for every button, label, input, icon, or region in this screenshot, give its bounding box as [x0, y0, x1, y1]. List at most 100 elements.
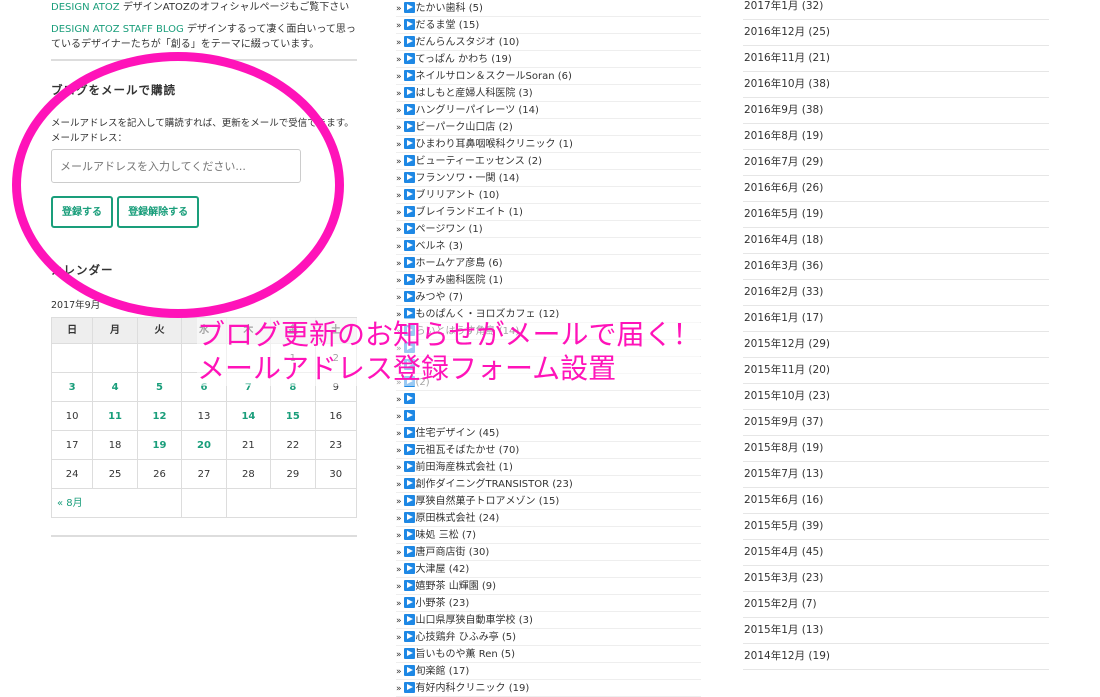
- archive-item[interactable]: 2016年8月 (19): [743, 124, 1049, 150]
- category-item[interactable]: » 原田株式会社 (24): [396, 510, 701, 527]
- archive-item[interactable]: 2015年9月 (37): [743, 410, 1049, 436]
- calendar-day[interactable]: 20: [181, 430, 227, 460]
- category-item[interactable]: » ひまわり耳鼻咽喉科クリニック (1): [396, 136, 701, 153]
- category-item[interactable]: »: [396, 408, 701, 425]
- archive-item[interactable]: 2014年12月 (19): [743, 644, 1049, 670]
- bullet-icon: »: [396, 174, 402, 184]
- archive-item[interactable]: 2015年7月 (13): [743, 462, 1049, 488]
- category-item[interactable]: » ハングリーパイレーツ (14): [396, 102, 701, 119]
- calendar-day[interactable]: 15: [270, 401, 316, 431]
- calendar-weekday: 日: [50, 317, 94, 344]
- category-item[interactable]: » フランソワ・一関 (14): [396, 170, 701, 187]
- calendar-day[interactable]: 4: [92, 372, 138, 402]
- category-item[interactable]: » ページワン (1): [396, 221, 701, 238]
- category-item[interactable]: » 味処 三松 (7): [396, 527, 701, 544]
- category-item[interactable]: » 厚狭自然菓子トロアメゾン (15): [396, 493, 701, 510]
- calendar-day[interactable]: 14: [225, 401, 272, 431]
- calendar-day[interactable]: 3: [50, 372, 94, 402]
- play-icon: [403, 53, 415, 64]
- category-item[interactable]: » ビューティーエッセンス (2): [396, 153, 701, 170]
- archive-item[interactable]: 2016年9月 (38): [743, 98, 1049, 124]
- archive-item[interactable]: 2016年11月 (21): [743, 46, 1049, 72]
- calendar-day[interactable]: 5: [136, 372, 183, 402]
- archive-item[interactable]: 2016年2月 (33): [743, 280, 1049, 306]
- category-item[interactable]: » ビーパーク山口店 (2): [396, 119, 701, 136]
- archive-item[interactable]: 2015年6月 (16): [743, 488, 1049, 514]
- category-label: 唐戸商店街 (30): [415, 547, 490, 558]
- play-icon: [403, 223, 415, 234]
- category-item[interactable]: » 旬楽館 (17): [396, 663, 701, 680]
- archive-item[interactable]: 2016年3月 (36): [743, 254, 1049, 280]
- calendar-title: カレンダー: [51, 263, 114, 277]
- bullet-icon: »: [396, 412, 402, 422]
- play-icon: [403, 648, 415, 659]
- category-item[interactable]: » ベルネ (3): [396, 238, 701, 255]
- play-icon: [403, 665, 415, 676]
- category-item[interactable]: » てっぱん かわち (19): [396, 51, 701, 68]
- archive-item[interactable]: 2016年12月 (25): [743, 20, 1049, 46]
- bullet-icon: »: [396, 208, 402, 218]
- bullet-icon: »: [396, 225, 402, 235]
- category-item[interactable]: » ネイルサロン＆スクールSoran (6): [396, 68, 701, 85]
- category-label: みすみ歯科医院 (1): [415, 275, 503, 286]
- archive-item[interactable]: 2015年5月 (39): [743, 514, 1049, 540]
- calendar-day[interactable]: 12: [136, 401, 183, 431]
- category-item[interactable]: » だんらんスタジオ (10): [396, 34, 701, 51]
- archive-item[interactable]: 2015年4月 (45): [743, 540, 1049, 566]
- archive-item[interactable]: 2016年1月 (17): [743, 306, 1049, 332]
- category-item[interactable]: » ブリリアント (10): [396, 187, 701, 204]
- archive-item[interactable]: 2015年3月 (23): [743, 566, 1049, 592]
- category-item[interactable]: » 小野茶 (23): [396, 595, 701, 612]
- play-icon: [403, 393, 415, 404]
- category-label: はしもと産婦人科医院 (3): [415, 88, 533, 99]
- category-item[interactable]: » だるま堂 (15): [396, 17, 701, 34]
- category-item[interactable]: » 住宅デザイン (45): [396, 425, 701, 442]
- calendar-day: 16: [314, 401, 358, 431]
- archive-item[interactable]: 2015年12月 (29): [743, 332, 1049, 358]
- category-item[interactable]: » 前田海産株式会社 (1): [396, 459, 701, 476]
- archive-item[interactable]: 2015年8月 (19): [743, 436, 1049, 462]
- category-item[interactable]: » 有好内科クリニック (19): [396, 680, 701, 697]
- archive-item[interactable]: 2016年5月 (19): [743, 202, 1049, 228]
- category-item[interactable]: » 創作ダイニングTRANSISTOR (23): [396, 476, 701, 493]
- archive-item[interactable]: 2015年10月 (23): [743, 384, 1049, 410]
- archive-item[interactable]: 2015年1月 (13): [743, 618, 1049, 644]
- bullet-icon: »: [396, 582, 402, 592]
- category-label: 大津屋 (42): [415, 564, 470, 575]
- calendar-widget: カレンダー 2017年9月 日月火水木金土 123456789101112131…: [50, 263, 358, 537]
- category-item[interactable]: » みつや (7): [396, 289, 701, 306]
- category-item[interactable]: » ホームケア彦島 (6): [396, 255, 701, 272]
- archive-item[interactable]: 2015年11月 (20): [743, 358, 1049, 384]
- calendar-prev-month-link[interactable]: « 8月: [50, 488, 183, 518]
- category-item[interactable]: » 心技鶏弁 ひふみ亭 (5): [396, 629, 701, 646]
- category-label: 旬楽館 (17): [415, 666, 470, 677]
- category-item[interactable]: » 唐戸商店街 (30): [396, 544, 701, 561]
- subscribe-button[interactable]: 登録する: [51, 196, 113, 228]
- archive-item[interactable]: 2017年1月 (32): [743, 0, 1049, 20]
- bullet-icon: »: [396, 616, 402, 626]
- category-item[interactable]: »: [396, 391, 701, 408]
- archive-item[interactable]: 2015年2月 (7): [743, 592, 1049, 618]
- category-item[interactable]: » 元祖瓦そばたかせ (70): [396, 442, 701, 459]
- category-item[interactable]: » はしもと産婦人科医院 (3): [396, 85, 701, 102]
- category-item[interactable]: » たかい歯科 (5): [396, 0, 701, 17]
- email-input[interactable]: [51, 149, 301, 183]
- link-staff-blog[interactable]: DESIGN ATOZ STAFF BLOG: [51, 24, 184, 35]
- calendar-day[interactable]: 19: [136, 430, 183, 460]
- archive-item[interactable]: 2016年6月 (26): [743, 176, 1049, 202]
- calendar-day: 30: [314, 459, 358, 489]
- play-icon: [403, 631, 415, 642]
- archive-item[interactable]: 2016年10月 (38): [743, 72, 1049, 98]
- bullet-icon: »: [396, 565, 402, 575]
- calendar-day[interactable]: 11: [92, 401, 138, 431]
- category-item[interactable]: » 嬉野茶 山輝園 (9): [396, 578, 701, 595]
- archive-item[interactable]: 2016年7月 (29): [743, 150, 1049, 176]
- category-item[interactable]: » 大津屋 (42): [396, 561, 701, 578]
- category-item[interactable]: » みすみ歯科医院 (1): [396, 272, 701, 289]
- category-item[interactable]: » 山口県厚狭自動車学校 (3): [396, 612, 701, 629]
- category-item[interactable]: » ブレイランドエイト (1): [396, 204, 701, 221]
- link-design-atoz[interactable]: DESIGN ATOZ: [51, 2, 120, 13]
- calendar-day: 24: [50, 459, 94, 489]
- unsubscribe-button[interactable]: 登録解除する: [117, 196, 200, 228]
- archive-item[interactable]: 2016年4月 (18): [743, 228, 1049, 254]
